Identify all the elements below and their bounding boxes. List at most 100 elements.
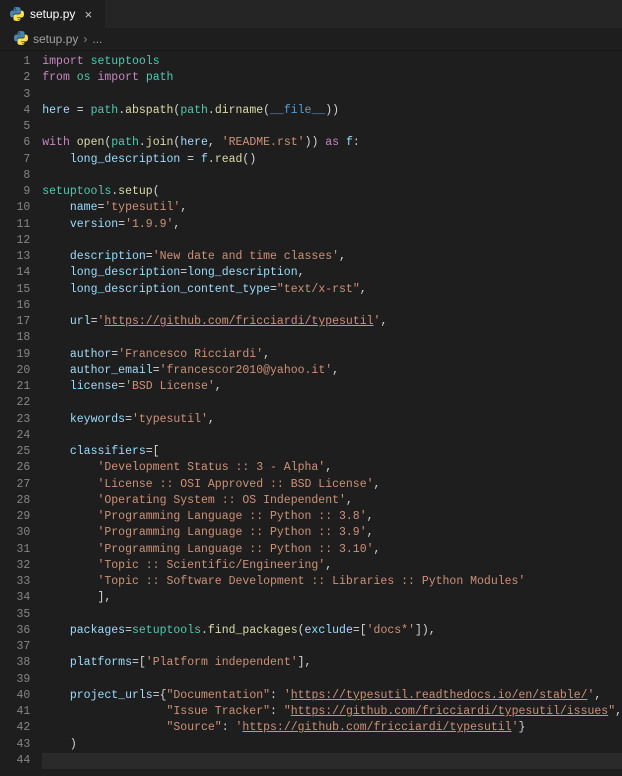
gutter: 1234567891011121314151617181920212223242… <box>0 50 42 776</box>
code-line[interactable] <box>42 672 622 688</box>
line-number: 26 <box>0 460 30 476</box>
code-line[interactable]: project_urls={"Documentation": 'https://… <box>42 688 622 704</box>
code-line[interactable]: name='typesutil', <box>42 200 622 216</box>
code-line[interactable]: "Issue Tracker": "https://github.com/fri… <box>42 704 622 720</box>
code-line[interactable]: version='1.9.9', <box>42 217 622 233</box>
line-number: 3 <box>0 87 30 103</box>
code-line[interactable]: author_email='francescor2010@yahoo.it', <box>42 363 622 379</box>
line-number: 16 <box>0 298 30 314</box>
line-number: 11 <box>0 217 30 233</box>
code-line[interactable]: 'Topic :: Software Development :: Librar… <box>42 574 622 590</box>
code-line[interactable]: "Source": 'https://github.com/fricciardi… <box>42 720 622 736</box>
line-number: 23 <box>0 412 30 428</box>
line-number: 21 <box>0 379 30 395</box>
code-line[interactable]: classifiers=[ <box>42 444 622 460</box>
line-number: 8 <box>0 168 30 184</box>
close-icon[interactable]: × <box>81 7 95 21</box>
code-line[interactable]: license='BSD License', <box>42 379 622 395</box>
code-line[interactable]: 'Programming Language :: Python :: 3.10'… <box>42 542 622 558</box>
code-line[interactable] <box>42 298 622 314</box>
line-number: 9 <box>0 184 30 200</box>
code-line[interactable] <box>42 753 622 769</box>
line-number: 33 <box>0 574 30 590</box>
code-line[interactable]: setuptools.setup( <box>42 184 622 200</box>
line-number: 6 <box>0 135 30 151</box>
line-number: 15 <box>0 282 30 298</box>
tab-label: setup.py <box>30 7 75 21</box>
chevron-right-icon: › <box>83 32 87 46</box>
line-number: 35 <box>0 607 30 623</box>
code-line[interactable]: from os import path <box>42 70 622 86</box>
line-number: 19 <box>0 347 30 363</box>
code-line[interactable]: 'Operating System :: OS Independent', <box>42 493 622 509</box>
code-line[interactable] <box>42 168 622 184</box>
line-number: 42 <box>0 720 30 736</box>
line-number: 29 <box>0 509 30 525</box>
code-line[interactable]: 'Programming Language :: Python :: 3.9', <box>42 525 622 541</box>
breadcrumb-file: setup.py <box>33 32 78 46</box>
line-number: 4 <box>0 103 30 119</box>
line-number: 13 <box>0 249 30 265</box>
code-line[interactable]: ], <box>42 590 622 606</box>
line-number: 1 <box>0 54 30 70</box>
line-number: 5 <box>0 119 30 135</box>
code-line[interactable] <box>42 87 622 103</box>
line-number: 28 <box>0 493 30 509</box>
breadcrumb-more: ... <box>92 32 102 46</box>
line-number: 41 <box>0 704 30 720</box>
python-icon <box>14 31 28 48</box>
line-number: 32 <box>0 558 30 574</box>
line-number: 27 <box>0 477 30 493</box>
line-number: 43 <box>0 737 30 753</box>
line-number: 36 <box>0 623 30 639</box>
line-number: 18 <box>0 330 30 346</box>
line-number: 39 <box>0 672 30 688</box>
code-line[interactable] <box>42 330 622 346</box>
breadcrumb[interactable]: setup.py › ... <box>0 28 622 50</box>
code-line[interactable]: long_description_content_type="text/x-rs… <box>42 282 622 298</box>
line-number: 37 <box>0 639 30 655</box>
code-line[interactable]: 'Topic :: Scientific/Engineering', <box>42 558 622 574</box>
code-line[interactable]: with open(path.join(here, 'README.rst'))… <box>42 135 622 151</box>
code-line[interactable]: long_description = f.read() <box>42 152 622 168</box>
code-line[interactable]: 'Programming Language :: Python :: 3.8', <box>42 509 622 525</box>
code-area[interactable]: import setuptoolsfrom os import path here… <box>42 50 622 776</box>
editor[interactable]: 1234567891011121314151617181920212223242… <box>0 50 622 776</box>
code-line[interactable] <box>42 639 622 655</box>
code-line[interactable]: author='Francesco Ricciardi', <box>42 347 622 363</box>
line-number: 40 <box>0 688 30 704</box>
line-number: 25 <box>0 444 30 460</box>
line-number: 24 <box>0 428 30 444</box>
line-number: 14 <box>0 265 30 281</box>
line-number: 44 <box>0 753 30 769</box>
tab-setup-py[interactable]: setup.py × <box>0 0 106 28</box>
code-line[interactable]: description='New date and time classes', <box>42 249 622 265</box>
line-number: 7 <box>0 152 30 168</box>
code-line[interactable]: platforms=['Platform independent'], <box>42 655 622 671</box>
code-line[interactable] <box>42 233 622 249</box>
tab-bar: setup.py × <box>0 0 622 28</box>
line-number: 17 <box>0 314 30 330</box>
code-line[interactable]: keywords='typesutil', <box>42 412 622 428</box>
code-line[interactable]: packages=setuptools.find_packages(exclud… <box>42 623 622 639</box>
code-line[interactable]: 'Development Status :: 3 - Alpha', <box>42 460 622 476</box>
line-number: 31 <box>0 542 30 558</box>
code-line[interactable] <box>42 607 622 623</box>
code-line[interactable]: url='https://github.com/fricciardi/types… <box>42 314 622 330</box>
line-number: 12 <box>0 233 30 249</box>
code-line[interactable]: import setuptools <box>42 54 622 70</box>
line-number: 10 <box>0 200 30 216</box>
line-number: 20 <box>0 363 30 379</box>
line-number: 2 <box>0 70 30 86</box>
line-number: 38 <box>0 655 30 671</box>
python-icon <box>10 7 24 21</box>
code-line[interactable]: here = path.abspath(path.dirname(__file_… <box>42 103 622 119</box>
code-line[interactable]: long_description=long_description, <box>42 265 622 281</box>
line-number: 34 <box>0 590 30 606</box>
code-line[interactable]: 'License :: OSI Approved :: BSD License'… <box>42 477 622 493</box>
code-line[interactable] <box>42 395 622 411</box>
code-line[interactable]: ) <box>42 737 622 753</box>
line-number: 22 <box>0 395 30 411</box>
code-line[interactable] <box>42 428 622 444</box>
code-line[interactable] <box>42 119 622 135</box>
